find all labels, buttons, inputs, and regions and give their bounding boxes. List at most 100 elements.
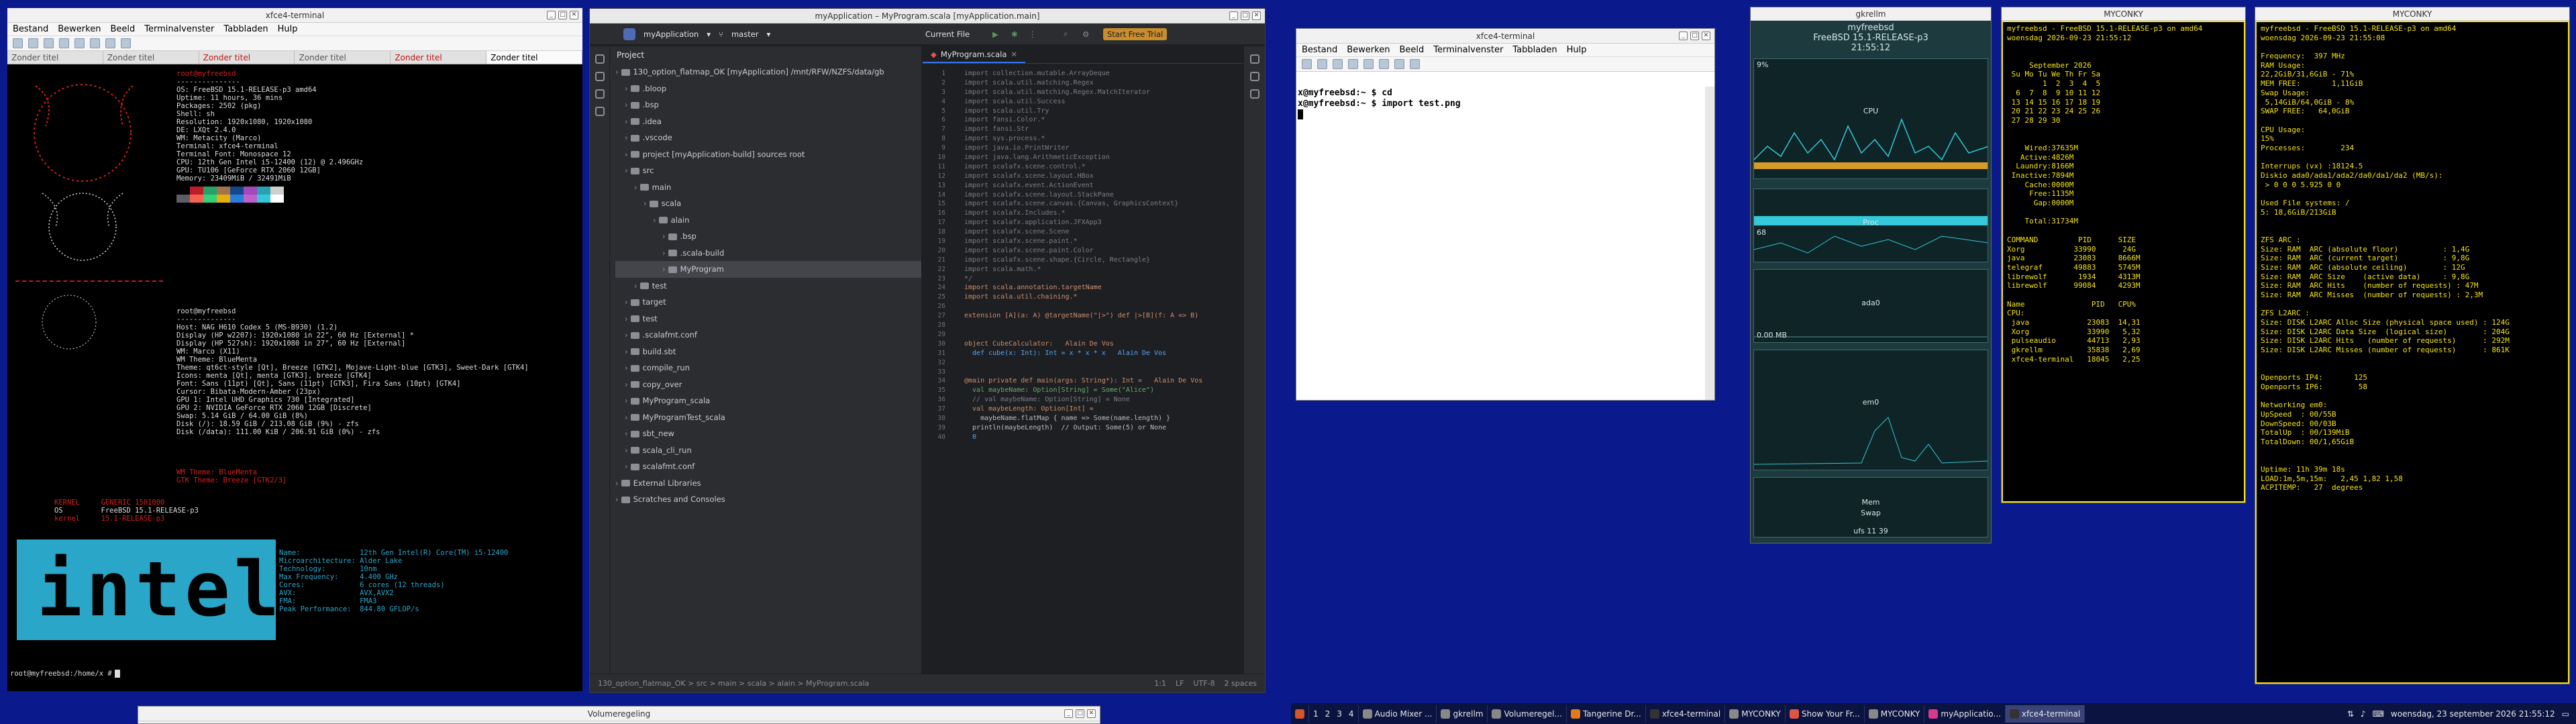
tab[interactable]: Zonder titel bbox=[199, 51, 295, 64]
editor-area[interactable]: ◆ MyProgram.scala ✕ 1 2 3 4 5 6 7 8 9 10 11 12 13 14 1… bbox=[923, 46, 1243, 674]
tree-item[interactable]: › src bbox=[615, 162, 921, 179]
tab-active[interactable]: Zonder titel bbox=[486, 51, 582, 64]
new-tab-icon[interactable] bbox=[1302, 59, 1312, 69]
branch-selector[interactable]: master bbox=[731, 30, 759, 39]
maximize-icon[interactable]: □ bbox=[558, 11, 567, 19]
close-icon[interactable]: ✕ bbox=[1252, 11, 1261, 20]
menu-item[interactable]: Terminalvenster bbox=[144, 24, 214, 34]
task-gkrellm[interactable]: gkrellm bbox=[1437, 705, 1488, 723]
maximize-icon[interactable]: □ bbox=[1690, 32, 1699, 40]
code-line[interactable]: import scala.util.matching.Regex.MatchIt… bbox=[964, 88, 1237, 97]
breadcrumb[interactable]: 130_option_flatmap_OK > src > main > sca… bbox=[598, 679, 869, 688]
terminal-area[interactable]: root@myfreebsd --------------- OS: FreeB… bbox=[7, 66, 582, 691]
tree-item[interactable]: › test bbox=[615, 278, 921, 295]
file-encoding[interactable]: UTF-8 bbox=[1193, 679, 1215, 688]
tree-item[interactable]: › build.sbt bbox=[615, 344, 921, 360]
chevron-icon[interactable]: › bbox=[643, 199, 647, 208]
menu-item[interactable]: Tabbladen bbox=[1512, 45, 1557, 55]
chevron-icon[interactable]: › bbox=[662, 248, 666, 258]
tab[interactable]: Zonder titel bbox=[295, 51, 391, 64]
menu-item[interactable]: Beeld bbox=[110, 24, 135, 34]
terminal-area[interactable]: x@myfreebsd:~ $ cd x@myfreebsd:~ $ impor… bbox=[1296, 87, 1705, 400]
task-browser[interactable]: Show Your Fr... bbox=[1786, 705, 1865, 723]
code-line[interactable]: import scalafx.scene.paint.Color bbox=[964, 246, 1237, 256]
tree-item[interactable]: › test bbox=[615, 311, 921, 327]
tree-item[interactable]: › Scratches and Consoles bbox=[615, 491, 921, 508]
tree-item[interactable]: › main bbox=[615, 179, 921, 196]
ai-assistant-icon[interactable] bbox=[1249, 89, 1259, 99]
tree-item[interactable]: › copy_over bbox=[615, 376, 921, 393]
fullscreen-icon[interactable] bbox=[1410, 59, 1420, 69]
run-config-selector[interactable]: Current File bbox=[925, 30, 970, 39]
tree-item[interactable]: › project [myApplication-build] sources r… bbox=[615, 146, 921, 163]
task-ide[interactable]: myApplicatio... bbox=[1924, 705, 2006, 723]
code-line[interactable]: import scalafx.scene.control.* bbox=[964, 162, 1237, 172]
chevron-icon[interactable]: › bbox=[625, 380, 628, 389]
chevron-icon[interactable]: › bbox=[625, 84, 628, 93]
code-line[interactable]: import scalafx.scene.canvas.{Canvas, Gra… bbox=[964, 199, 1237, 209]
workspace-button[interactable]: 2 bbox=[1325, 709, 1331, 719]
title-bar[interactable]: xfce4-terminal _ □ ✕ bbox=[7, 8, 582, 23]
tree-item[interactable]: › .idea bbox=[615, 113, 921, 130]
structure-icon[interactable] bbox=[595, 89, 605, 99]
show-desktop-icon[interactable]: ▭ bbox=[2562, 709, 2569, 719]
minimize-icon[interactable]: _ bbox=[1229, 11, 1238, 20]
task-volume[interactable]: Volumeregel... bbox=[1488, 705, 1567, 723]
code-line[interactable]: import scalafx.event.ActionEvent bbox=[964, 181, 1237, 191]
clock[interactable]: woensdag, 23 september 2026 21:55:12 bbox=[2391, 709, 2555, 719]
chevron-icon[interactable]: › bbox=[625, 314, 628, 323]
chevron-icon[interactable]: › bbox=[653, 215, 656, 225]
code-line[interactable]: 0 bbox=[964, 433, 1237, 442]
debug-icon[interactable]: ✱ bbox=[1011, 30, 1018, 39]
back-icon[interactable] bbox=[1379, 59, 1389, 69]
maximize-icon[interactable]: □ bbox=[1241, 11, 1249, 20]
tray-volume-icon[interactable]: ♪ bbox=[2361, 709, 2366, 719]
volume-window[interactable]: Volumeregeling _ □ ✕ bbox=[138, 706, 1100, 724]
settings-icon[interactable]: ⚙ bbox=[1082, 30, 1089, 39]
menu-item[interactable]: Bestand bbox=[13, 24, 48, 34]
ide-window[interactable]: myApplication – MyProgram.scala [myAppli… bbox=[589, 8, 1266, 693]
database-icon[interactable] bbox=[1249, 72, 1259, 81]
code-line[interactable]: import scalafx.Includes.* bbox=[964, 209, 1237, 218]
menu-item[interactable]: Beeld bbox=[1399, 45, 1424, 55]
minimize-icon[interactable]: _ bbox=[1064, 709, 1073, 718]
close-icon[interactable]: ✕ bbox=[1702, 32, 1710, 40]
tree-item[interactable]: › MyProgram bbox=[615, 261, 921, 278]
chevron-icon[interactable]: › bbox=[615, 495, 619, 504]
paste-icon[interactable] bbox=[1348, 59, 1358, 69]
tree-item[interactable]: › .bsp bbox=[615, 228, 921, 245]
new-window-icon[interactable] bbox=[28, 38, 38, 48]
search-icon[interactable]: ⌕ bbox=[1064, 29, 1068, 39]
minimize-icon[interactable]: _ bbox=[547, 11, 556, 19]
chevron-icon[interactable]: › bbox=[625, 429, 628, 438]
gkrellm-window[interactable]: gkrellm myfreebsd FreeBSD 15.1-RELEASE-p… bbox=[1750, 7, 1992, 544]
code-line[interactable]: import scala.util.Success bbox=[964, 97, 1237, 107]
scrollbar[interactable] bbox=[1705, 87, 1714, 400]
close-icon[interactable]: ✕ bbox=[1087, 709, 1096, 718]
code-line[interactable]: import scalafx.application.JFXApp3 bbox=[964, 218, 1237, 227]
menu-item[interactable]: Bewerken bbox=[58, 24, 101, 34]
tree-item[interactable]: › 130_option_flatmap_OK [myApplication] /… bbox=[615, 64, 921, 81]
xfce-terminal-window-2[interactable]: xfce4-terminal _ □ ✕ Bestand Bewerken Beel… bbox=[1296, 28, 1715, 401]
title-bar[interactable]: xfce4-terminal _ □ ✕ bbox=[1296, 29, 1714, 44]
code-line[interactable]: extension [A](a: A) @targetName("|>") de… bbox=[964, 311, 1237, 321]
task-tangerine[interactable]: Tangerine Dr... bbox=[1567, 705, 1646, 723]
code-line[interactable]: */ bbox=[964, 274, 1237, 284]
task-terminal-2[interactable]: xfce4-terminal bbox=[2005, 705, 2085, 723]
tree-item[interactable]: › sbt_new bbox=[615, 425, 921, 442]
tree-item[interactable]: › scalafmt.conf bbox=[615, 458, 921, 475]
commit-icon[interactable] bbox=[595, 72, 605, 81]
code-line[interactable]: import scalafx.scene.shape.{Circle, Rect… bbox=[964, 256, 1237, 265]
tree-item[interactable]: › .scala-build bbox=[615, 245, 921, 262]
forward-icon[interactable] bbox=[1394, 59, 1404, 69]
start-menu-button[interactable] bbox=[1291, 705, 1309, 723]
code-line[interactable]: import scalafx.scene.layout.StackPane bbox=[964, 191, 1237, 200]
title-bar[interactable]: myApplication – MyProgram.scala [myAppli… bbox=[590, 9, 1265, 23]
back-icon[interactable] bbox=[90, 38, 100, 48]
task-conky-2[interactable]: MYCONKY bbox=[1865, 705, 1925, 723]
workspace-button[interactable]: 1 bbox=[1313, 709, 1319, 719]
code-editor[interactable]: import collection.mutable.ArrayDeque impo… bbox=[964, 69, 1237, 442]
code-line[interactable]: import scala.math.* bbox=[964, 265, 1237, 274]
tree-item[interactable]: › MyProgram_scala bbox=[615, 393, 921, 409]
code-line[interactable]: object CubeCalculator: Alain De Vos bbox=[964, 340, 1237, 349]
